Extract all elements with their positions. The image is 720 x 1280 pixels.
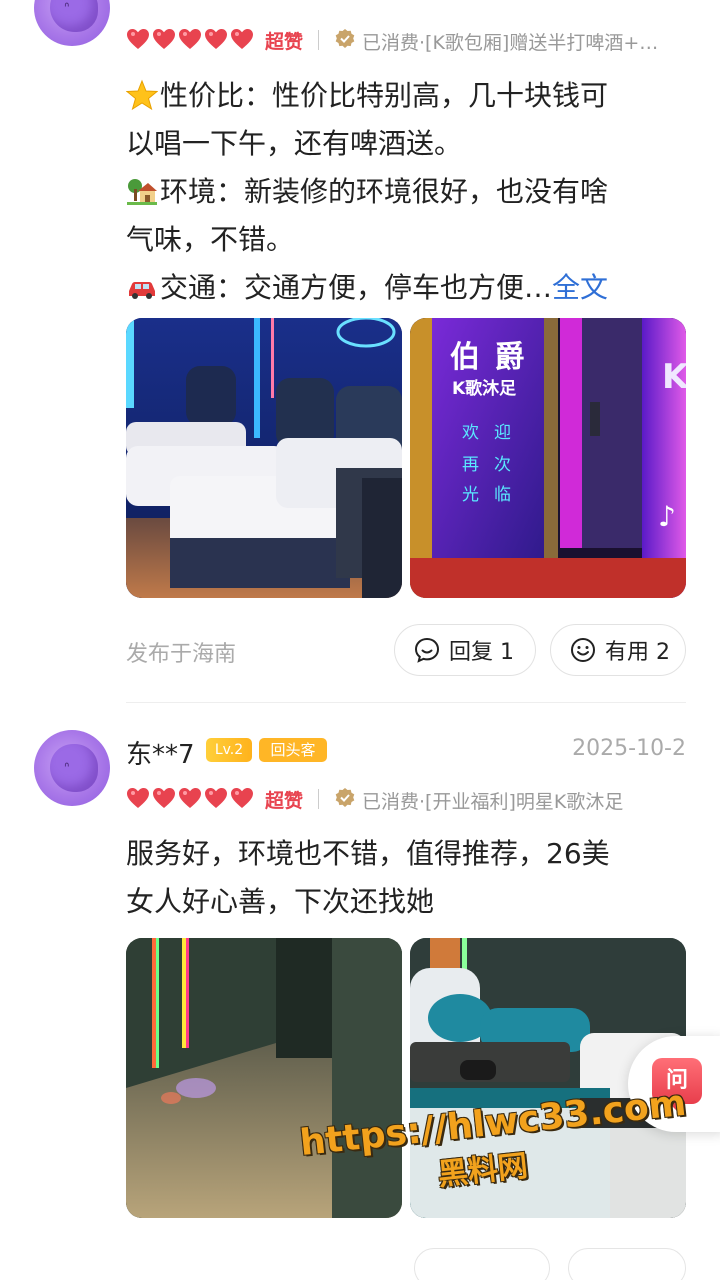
review-date: 2025-10-2 xyxy=(572,736,686,761)
rating-label: 超赞 xyxy=(265,790,304,812)
review-body[interactable]: 服务好，环境也不错，值得推荐，26美 女人好心善，下次还找她 xyxy=(126,830,686,926)
reply-button[interactable] xyxy=(414,1248,550,1280)
review-line: 女人好心善，下次还找她 xyxy=(126,885,435,918)
avatar[interactable]: ᐢ xyxy=(34,730,110,806)
heart-icon xyxy=(230,787,254,809)
useful-button[interactable] xyxy=(568,1248,686,1280)
avatar-face: ᐢ xyxy=(64,760,70,776)
returning-customer-badge: 回头客 xyxy=(259,738,327,762)
username[interactable]: 东**7 xyxy=(126,734,195,771)
heart-icon xyxy=(204,787,228,809)
divider xyxy=(318,789,319,809)
heart-icon xyxy=(178,787,202,809)
review-line: 服务好，环境也不错，值得推荐，26美 xyxy=(126,837,610,870)
level-badge: Lv.2 xyxy=(206,738,252,762)
verified-consume-icon xyxy=(335,788,355,807)
consume-info[interactable]: 已消费·[开业福利]明星K歌沐足 xyxy=(362,787,623,814)
review-card-2: ᐢ 东**7 Lv.2 回头客 2025-10-2 超赞 已消费·[开业福利]明… xyxy=(0,0,720,1280)
heart-icon xyxy=(152,787,176,809)
heart-icon xyxy=(126,787,150,809)
avatar-blob xyxy=(50,744,98,792)
rating-hearts xyxy=(126,785,254,811)
